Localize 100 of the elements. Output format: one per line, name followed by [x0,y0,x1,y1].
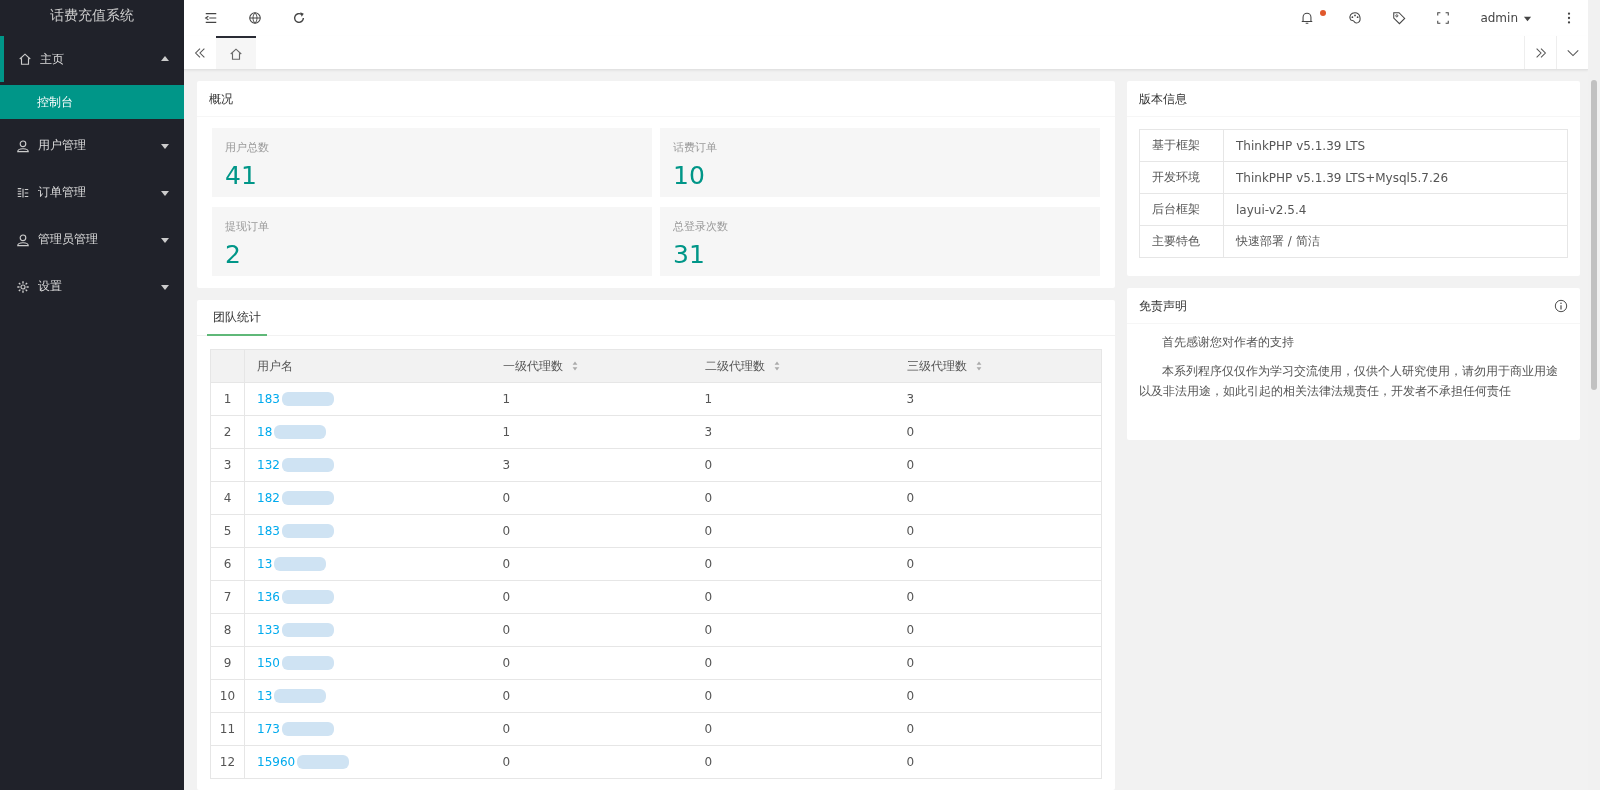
nav-item[interactable]: 订单管理 [0,169,184,216]
redaction-mark [281,392,334,406]
table-cell: 0 [490,514,693,548]
redaction-mark [274,425,327,439]
stat-value: 2 [225,240,242,270]
table-cell: 0 [894,646,1102,680]
redaction-mark [281,722,334,736]
stat-label: 话费订单 [673,140,718,155]
paragraph: 本系列程序仅仅作为学习交流使用，仅供个人研究使用，请勿用于商业用途以及非法用途，如此引起的相关法律法规责任，开发者不承担任何责任 [1139,363,1559,400]
table-cell: 0 [894,745,1102,779]
app-title: 话费充值系统 [49,6,135,25]
nav-subitem[interactable]: 控制台 [0,85,184,119]
username-link[interactable]: 150 [257,656,280,670]
row-number: 2 [210,415,245,449]
username-link[interactable]: 173 [257,722,280,736]
table-cell: 后台框架 [1139,193,1224,226]
column-header: 用户名 [244,349,491,383]
team-tab[interactable]: 团队统计 [207,300,267,336]
table-cell: 0 [894,514,1102,548]
row-number: 11 [210,712,245,746]
stat-label: 提现订单 [225,219,270,234]
table-cell: 主要特色 [1139,225,1224,258]
nav-item[interactable]: 用户管理 [0,122,184,169]
row-number: 8 [210,613,245,647]
column-header[interactable]: 二级代理数 [692,349,895,383]
fullscreen-icon [1436,11,1451,25]
menu-icon [204,11,218,25]
user-menu[interactable]: admin [1472,7,1540,29]
column-header[interactable]: 一级代理数 [490,349,693,383]
table-cell: 0 [490,547,693,581]
row-number: 7 [210,580,245,614]
user-icon [16,138,30,153]
table-cell: 0 [692,448,895,482]
table-cell: 0 [692,481,895,515]
table-cell: 0 [490,481,693,515]
table-cell: 0 [894,580,1102,614]
row-number: 4 [210,481,245,515]
username-link[interactable]: 18 [257,425,273,439]
username-link[interactable]: 136 [257,590,280,604]
nav-item[interactable]: 设置 [0,263,184,310]
nav-item[interactable]: 管理员管理 [0,216,184,263]
stat-value: 10 [673,161,706,191]
redaction-mark [281,623,334,637]
table-cell: 0 [692,514,895,548]
table-cell: 0 [692,547,895,581]
username-link[interactable]: 15960 [257,755,296,769]
table-cell: 快速部署 / 简洁 [1223,225,1568,258]
username-link[interactable]: 133 [257,623,280,637]
redaction-mark [281,524,334,538]
row-number: 10 [210,679,245,713]
table-cell: 0 [490,679,693,713]
tag-icon [1392,11,1407,25]
table-cell: 0 [894,448,1102,482]
settings-icon [16,279,30,294]
home-tab[interactable] [216,36,256,69]
row-number: 3 [210,448,245,482]
refresh-icon [292,11,306,25]
table-cell: 0 [692,613,895,647]
redaction-mark [281,458,334,472]
table-cell: 0 [490,712,693,746]
row-number: 6 [210,547,245,581]
palette-icon [1348,11,1363,25]
table-cell: 0 [894,613,1102,647]
table-cell: 0 [894,481,1102,515]
table-cell: 1 [490,382,693,416]
sort-icon [570,360,579,372]
paragraph: 首先感谢您对作者的支持 [1161,334,1295,351]
table-cell: 0 [490,646,693,680]
table-cell: 0 [692,646,895,680]
redaction-mark [281,491,334,505]
row-number: 1 [210,382,245,416]
double-left-icon [193,45,207,60]
table-cell: 0 [894,415,1102,449]
table-cell: 0 [692,712,895,746]
redaction-mark [274,689,327,703]
card-title: 免责声明 [1139,297,1187,315]
bell-icon [1300,11,1315,25]
row-number: 9 [210,646,245,680]
column-header[interactable]: 三级代理数 [894,349,1102,383]
row-number: 12 [210,745,245,779]
username-link[interactable]: 13 [257,557,273,571]
table-cell: 0 [894,547,1102,581]
username-link[interactable]: 183 [257,392,280,406]
table-cell: 0 [490,613,693,647]
redaction-mark [274,557,327,571]
stat-label: 总登录次数 [673,219,729,234]
table-cell: 3 [894,382,1102,416]
username-link[interactable]: 183 [257,524,280,538]
username-link[interactable]: 182 [257,491,280,505]
home-icon [18,52,32,66]
table-cell: layui-v2.5.4 [1223,193,1568,226]
card-title: 版本信息 [1127,81,1580,117]
sort-icon [974,360,983,372]
table-cell: 0 [692,745,895,779]
table-cell: 1 [692,382,895,416]
scroll-right-button[interactable] [1524,36,1556,69]
stat-label: 用户总数 [225,140,270,155]
username-link[interactable]: 13 [257,689,273,703]
table-cell: ThinkPHP v5.1.39 LTS+Mysql5.7.26 [1223,161,1568,194]
username-link[interactable]: 132 [257,458,280,472]
